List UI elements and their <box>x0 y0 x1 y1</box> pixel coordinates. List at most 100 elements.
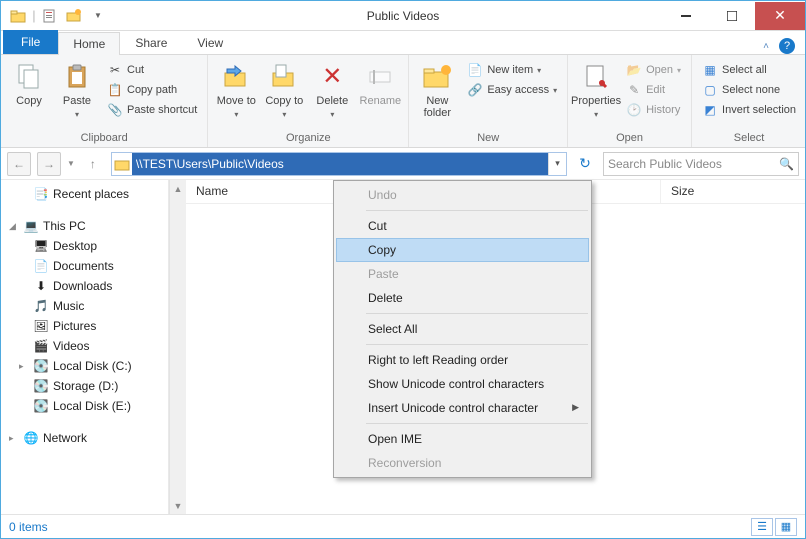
copy-icon <box>13 61 45 93</box>
search-placeholder: Search Public Videos <box>608 157 722 171</box>
nav-pictures[interactable]: 🖼Pictures <box>1 316 168 336</box>
properties-icon <box>580 61 612 93</box>
ctx-insert-unicode[interactable]: Insert Unicode control character▶ <box>336 396 589 420</box>
nav-downloads[interactable]: ⬇Downloads <box>1 276 168 296</box>
navigation-pane[interactable]: 📑Recent places ◢💻This PC 🖥Desktop 📄Docum… <box>1 180 169 514</box>
nav-music[interactable]: 🎵Music <box>1 296 168 316</box>
selectnone-icon: ▢ <box>702 82 718 98</box>
ctx-open-ime[interactable]: Open IME <box>336 427 589 451</box>
qat-properties-icon[interactable] <box>39 5 61 27</box>
nav-local-c[interactable]: ▸💽Local Disk (C:) <box>1 356 168 376</box>
nav-desktop[interactable]: 🖥Desktop <box>1 236 168 256</box>
ctx-rtl[interactable]: Right to left Reading order <box>336 348 589 372</box>
refresh-button[interactable]: ↻ <box>573 152 597 176</box>
scroll-down-icon[interactable]: ▼ <box>170 497 186 514</box>
newitem-button[interactable]: 📄New item ▾ <box>463 61 561 79</box>
shortcut-icon: 📎 <box>107 102 123 118</box>
nav-videos[interactable]: 🎬Videos <box>1 336 168 356</box>
context-menu: Undo Cut Copy Paste Delete Select All Ri… <box>333 180 592 478</box>
copypath-icon: 📋 <box>107 82 123 98</box>
nav-recent-places[interactable]: 📑Recent places <box>1 184 168 204</box>
open-button[interactable]: 📂Open ▾ <box>622 61 685 79</box>
recent-icon: 📑 <box>33 186 49 202</box>
maximize-button[interactable] <box>709 2 755 30</box>
nav-forward-button[interactable]: → <box>37 152 61 176</box>
tab-view[interactable]: View <box>182 31 238 54</box>
videos-icon: 🎬 <box>33 338 49 354</box>
ctx-cut[interactable]: Cut <box>336 214 589 238</box>
selectall-icon: ▦ <box>702 62 718 78</box>
moveto-icon <box>220 61 252 93</box>
cut-button[interactable]: ✂Cut <box>103 61 201 79</box>
nav-storage-d[interactable]: 💽Storage (D:) <box>1 376 168 396</box>
ctx-selectall[interactable]: Select All <box>336 317 589 341</box>
network-icon: 🌐 <box>23 430 39 446</box>
nav-local-e[interactable]: 💽Local Disk (E:) <box>1 396 168 416</box>
ctx-delete[interactable]: Delete <box>336 286 589 310</box>
search-input[interactable]: Search Public Videos 🔍 <box>603 152 799 176</box>
tab-share[interactable]: Share <box>120 31 182 54</box>
copyto-button[interactable]: Copy to▾ <box>262 59 306 123</box>
newfolder-button[interactable]: New folder <box>415 59 459 121</box>
history-button[interactable]: 🕑History <box>622 101 685 119</box>
edit-button[interactable]: ✎Edit <box>622 81 685 99</box>
copypath-button[interactable]: 📋Copy path <box>103 81 201 99</box>
qat-folder-icon[interactable] <box>7 5 29 27</box>
delete-icon: ✕ <box>316 61 348 93</box>
group-select-label: Select <box>698 130 800 147</box>
delete-button[interactable]: ✕ Delete▾ <box>310 59 354 123</box>
scissors-icon: ✂ <box>107 62 123 78</box>
navpane-scrollbar[interactable]: ▲ ▼ <box>169 180 186 514</box>
scroll-up-icon[interactable]: ▲ <box>170 180 186 197</box>
nav-back-button[interactable]: ← <box>7 152 31 176</box>
expand-icon[interactable]: ◢ <box>9 221 19 232</box>
column-size[interactable]: Size <box>661 180 805 203</box>
close-button[interactable]: ✕ <box>755 2 805 30</box>
view-icons-button[interactable]: ▦ <box>775 518 797 536</box>
easyaccess-button[interactable]: 🔗Easy access ▾ <box>463 81 561 99</box>
nav-up-button[interactable]: ↑ <box>81 152 105 176</box>
group-open-label: Open <box>574 130 685 147</box>
nav-this-pc[interactable]: ◢💻This PC <box>1 216 168 236</box>
submenu-arrow-icon: ▶ <box>572 402 579 413</box>
view-details-button[interactable]: ☰ <box>751 518 773 536</box>
qat-newfolder-icon[interactable] <box>63 5 85 27</box>
address-dropdown-icon[interactable]: ▾ <box>548 153 566 175</box>
qat-dropdown-icon[interactable]: ▼ <box>87 5 109 27</box>
easyaccess-icon: 🔗 <box>467 82 483 98</box>
pc-icon: 💻 <box>23 218 39 234</box>
copy-button[interactable]: Copy <box>7 59 51 109</box>
edit-icon: ✎ <box>626 82 642 98</box>
selectnone-button[interactable]: ▢Select none <box>698 81 800 99</box>
documents-icon: 📄 <box>33 258 49 274</box>
disk-icon: 💽 <box>33 358 49 374</box>
invertselection-button[interactable]: ◩Invert selection <box>698 101 800 119</box>
address-input[interactable] <box>132 153 548 175</box>
newfolder-icon <box>421 61 453 93</box>
disk-icon: 💽 <box>33 378 49 394</box>
file-tab[interactable]: File <box>3 30 58 54</box>
invert-icon: ◩ <box>702 102 718 118</box>
selectall-button[interactable]: ▦Select all <box>698 61 800 79</box>
disk-icon: 💽 <box>33 398 49 414</box>
tab-home[interactable]: Home <box>58 32 120 55</box>
downloads-icon: ⬇ <box>33 278 49 294</box>
rename-icon <box>364 61 396 93</box>
copyto-icon <box>268 61 300 93</box>
ctx-show-unicode[interactable]: Show Unicode control characters <box>336 372 589 396</box>
file-list[interactable]: Name ype Size Undo Cut Copy Paste Delete… <box>186 180 805 514</box>
properties-button[interactable]: Properties▾ <box>574 59 618 123</box>
paste-button[interactable]: Paste ▾ <box>55 59 99 123</box>
pasteshortcut-button[interactable]: 📎Paste shortcut <box>103 101 201 119</box>
minimize-button[interactable] <box>663 2 709 30</box>
address-bar[interactable]: ▾ <box>111 152 567 176</box>
nav-documents[interactable]: 📄Documents <box>1 256 168 276</box>
nav-network[interactable]: ▸🌐Network <box>1 428 168 448</box>
status-item-count: 0 items <box>9 520 48 534</box>
ctx-copy[interactable]: Copy <box>336 238 589 262</box>
nav-recent-dropdown[interactable]: ▼ <box>67 159 75 168</box>
rename-button[interactable]: Rename <box>358 59 402 109</box>
ribbon-collapse-icon[interactable]: ˄ <box>763 41 769 52</box>
help-icon[interactable]: ? <box>779 38 795 54</box>
moveto-button[interactable]: Move to▾ <box>214 59 258 123</box>
